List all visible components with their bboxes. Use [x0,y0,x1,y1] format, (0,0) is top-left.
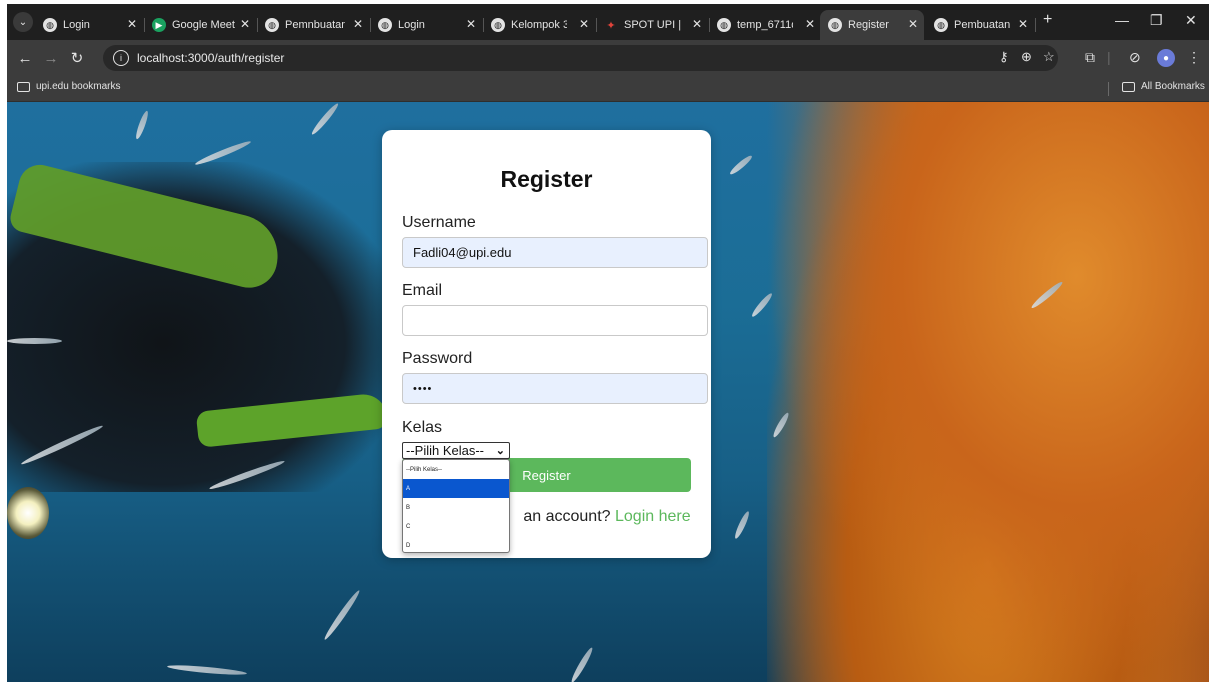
kelas-option[interactable]: A [403,479,509,498]
menu-icon[interactable]: ⋮ [1187,49,1201,66]
globe-icon: ◍ [265,18,279,32]
close-icon[interactable]: ✕ [353,17,363,31]
globe-icon: ◍ [934,18,948,32]
username-field[interactable]: Fadli04@upi.edu [402,237,708,268]
tab-pembuatan[interactable]: ◍ Pembuatan ✕ [934,10,1036,40]
tab-search-icon[interactable]: ⌄ [13,12,33,32]
tab-title: Register [848,19,889,31]
browser-window: ⌄ ◍ Login ✕ ▶ Google Meet ✕ ◍ Pemnbuatan… [7,4,1209,682]
page-background: Register Username Fadli04@upi.edu Email … [7,102,1209,682]
kelas-option[interactable]: --Pilih Kelas-- [403,460,509,479]
coral-reef-image [767,102,1209,682]
close-icon[interactable]: ✕ [240,17,250,31]
kelas-option[interactable]: C [403,517,509,536]
tab-kelompok[interactable]: ◍ Kelompok 3_ ✕ [491,10,597,40]
google-meet-icon: ▶ [152,18,166,32]
kelas-option[interactable]: B [403,498,509,517]
password-field[interactable]: •••• [402,373,708,404]
tab-title: Login [398,19,425,31]
close-icon[interactable]: ✕ [127,17,137,31]
zoom-icon[interactable]: ⊕ [1021,49,1032,65]
bookmark-upi-edu[interactable]: upi.edu bookmarks [17,81,121,92]
sync-icon[interactable]: ⊘ [1129,49,1141,66]
close-icon[interactable]: ✕ [579,17,589,31]
tab-title: Google Meet [172,19,235,31]
tab-title: Kelompok 3_ [511,19,567,31]
login-link[interactable]: Login here [615,508,691,525]
register-card: Register Username Fadli04@upi.edu Email … [382,130,711,558]
kelas-option[interactable]: D [403,536,509,552]
folder-icon [17,81,30,92]
password-label: Password [402,350,473,367]
extensions-icon[interactable]: ⧉ [1085,49,1095,66]
page-title: Register [500,166,593,192]
reload-button[interactable]: ↻ [67,48,87,68]
forward-button[interactable]: → [41,48,61,68]
chevron-down-icon: ⌄ [495,445,505,457]
minimize-button[interactable]: — [1115,12,1129,28]
restore-button[interactable]: ❐ [1150,12,1163,29]
tab-title: temp_6711di [737,19,793,31]
bookmark-star-icon[interactable]: ☆ [1043,49,1055,65]
email-label: Email [402,282,443,299]
url-text[interactable]: localhost:3000/auth/register [137,51,284,65]
close-icon[interactable]: ✕ [1018,17,1028,31]
kelas-dropdown-list: --Pilih Kelas-- A B C D [402,459,510,553]
window-close-button[interactable]: ✕ [1185,12,1197,29]
close-icon[interactable]: ✕ [908,17,918,31]
tab-title: Pembuatan [954,19,1011,31]
folder-icon [1122,81,1135,92]
globe-icon: ◍ [43,18,57,32]
browser-toolbar: ← → ↻ i localhost:3000/auth/register ⚷ ⊕… [7,40,1209,76]
all-bookmarks[interactable]: All Bookmarks [1122,81,1205,92]
address-bar[interactable]: i localhost:3000/auth/register ⚷ ⊕ ☆ [103,45,1058,71]
tab-google-meet[interactable]: ▶ Google Meet ✕ [152,10,258,40]
kelas-select[interactable]: --Pilih Kelas-- ⌄ [402,442,510,459]
spot-upi-icon: ✦ [606,19,616,32]
tab-temp[interactable]: ◍ temp_6711di ✕ [717,10,821,40]
globe-icon: ◍ [378,18,392,32]
tab-pemnbuatan[interactable]: ◍ Pemnbuatan ✕ [265,10,371,40]
site-info-icon[interactable]: i [113,50,129,66]
tab-register[interactable]: ◍ Register ✕ [820,10,924,40]
password-key-icon[interactable]: ⚷ [999,49,1009,65]
kelas-selected-value: --Pilih Kelas-- [406,443,485,458]
kelas-label: Kelas [402,419,443,436]
dive-light-image [7,487,49,539]
close-icon[interactable]: ✕ [692,17,702,31]
tab-spot-upi[interactable]: ✦ SPOT UPI | M ✕ [604,10,710,40]
tab-title: Login [63,19,90,31]
new-tab-button[interactable]: + [1043,11,1052,29]
username-label: Username [402,214,476,231]
globe-icon: ◍ [828,18,842,32]
tab-login-1[interactable]: ◍ Login ✕ [43,10,145,40]
back-button[interactable]: ← [15,48,35,68]
close-icon[interactable]: ✕ [466,17,476,31]
tab-login-2[interactable]: ◍ Login ✕ [378,10,484,40]
tab-strip: ⌄ ◍ Login ✕ ▶ Google Meet ✕ ◍ Pemnbuatan… [7,4,1209,40]
email-field[interactable] [402,305,708,336]
tab-title: Pemnbuatan [285,19,345,31]
profile-avatar[interactable]: ● [1157,49,1175,67]
close-icon[interactable]: ✕ [805,17,815,31]
globe-icon: ◍ [717,18,731,32]
globe-icon: ◍ [491,18,505,32]
bookmarks-bar: upi.edu bookmarks All Bookmarks [7,76,1209,102]
tab-title: SPOT UPI | M [624,19,682,31]
